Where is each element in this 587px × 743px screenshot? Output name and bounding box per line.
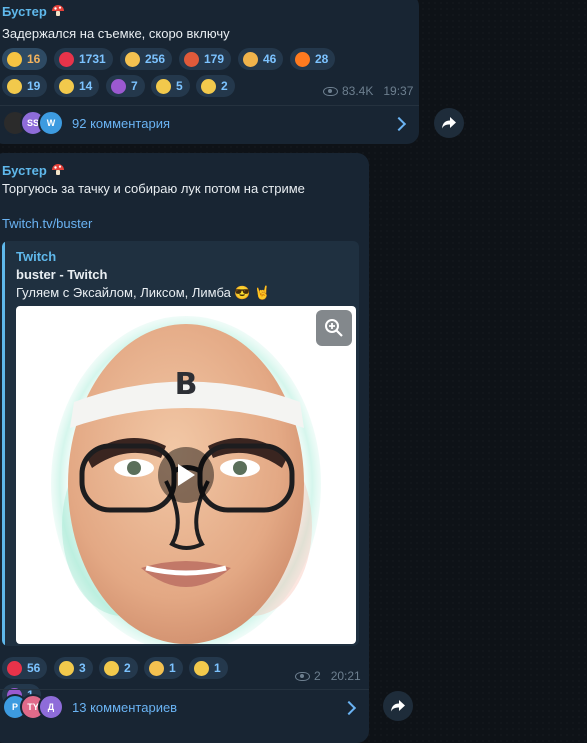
- reaction-chip[interactable]: 256: [120, 48, 173, 70]
- reaction-count: 19: [27, 79, 41, 93]
- twitch-link[interactable]: Twitch.tv/buster: [2, 216, 92, 231]
- message-bubble-1[interactable]: Бустер Задержался на съемке, скоро включ…: [0, 0, 419, 144]
- reaction-count: 16: [27, 52, 41, 66]
- smiling-devil-emoji-icon: [111, 78, 126, 94]
- preview-video-thumbnail[interactable]: B: [16, 306, 356, 644]
- preview-title: buster - Twitch: [16, 267, 108, 282]
- divider: [0, 689, 369, 690]
- reaction-count: 1: [169, 661, 176, 675]
- zoom-in-icon: [325, 319, 343, 337]
- play-icon: [178, 464, 195, 486]
- comments-label: 13 комментариев: [72, 699, 178, 715]
- reaction-chip[interactable]: 5: [151, 75, 190, 97]
- reaction-count: 7: [131, 79, 138, 93]
- reaction-chip[interactable]: 46: [238, 48, 284, 70]
- screaming-face-emoji-icon: [201, 78, 216, 94]
- message-meta: 83.4K 19:37: [323, 84, 413, 98]
- reaction-chip[interactable]: 1: [144, 657, 183, 679]
- divider: [0, 105, 419, 106]
- views-eye-icon: [323, 86, 338, 96]
- angry-face-emoji-icon: [184, 51, 199, 67]
- reaction-chip[interactable]: 56: [2, 657, 48, 679]
- reaction-chip[interactable]: 2: [99, 657, 138, 679]
- sender-name[interactable]: Бустер: [2, 163, 65, 178]
- commenter-avatar: Д: [38, 694, 64, 720]
- mushroom-icon: [51, 4, 65, 18]
- view-count: 2: [314, 669, 321, 683]
- share-arrow-icon: [442, 117, 456, 129]
- reaction-chip[interactable]: 1: [189, 657, 228, 679]
- zoom-button[interactable]: [316, 310, 352, 346]
- message-text: Задержался на съемке, скоро включу: [2, 26, 230, 41]
- reaction-chip[interactable]: 28: [290, 48, 336, 70]
- commenter-avatars: SS W: [2, 110, 64, 136]
- svg-text:B: B: [175, 367, 198, 402]
- reaction-count: 1731: [79, 52, 106, 66]
- chevron-right-icon[interactable]: [391, 116, 407, 132]
- message-time: 19:37: [383, 84, 414, 98]
- share-button[interactable]: [434, 108, 464, 138]
- message-text: Торгуюсь за тачку и собираю лук потом на…: [2, 181, 305, 196]
- thumbs-up-emoji-icon: [125, 51, 140, 67]
- reaction-count: 5: [176, 79, 183, 93]
- red-heart-emoji-icon: [59, 51, 74, 67]
- star-emoji-icon: [7, 51, 22, 67]
- rofl-emoji-icon: [59, 78, 74, 94]
- thumbs-up-emoji-icon: [149, 660, 164, 676]
- reaction-count: 1: [214, 661, 221, 675]
- reaction-count: 3: [79, 661, 86, 675]
- reaction-chip[interactable]: 3: [54, 657, 93, 679]
- share-button[interactable]: [383, 691, 413, 721]
- comments-label: 92 комментария: [72, 115, 170, 131]
- commenter-avatar: W: [38, 110, 64, 136]
- chevron-right-icon[interactable]: [341, 700, 357, 716]
- commenter-avatars: P TY Д: [2, 694, 64, 720]
- message-time: 20:21: [330, 669, 361, 683]
- screaming-face-emoji-icon: [104, 660, 119, 676]
- link-preview[interactable]: Twitch buster - Twitch Гуляем с Эксайлом…: [2, 241, 359, 646]
- reaction-chip[interactable]: 2: [196, 75, 235, 97]
- crying-face-emoji-icon: [7, 78, 22, 94]
- view-count: 83.4K: [342, 84, 374, 98]
- reaction-chip[interactable]: 179: [179, 48, 232, 70]
- message-meta: 2 20:21: [295, 669, 361, 683]
- comments-button[interactable]: P TY Д 13 комментариев: [2, 693, 177, 721]
- share-arrow-icon: [391, 700, 405, 712]
- views-eye-icon: [295, 671, 310, 681]
- thinking-face-emoji-icon: [156, 78, 171, 94]
- thinking-face-emoji-icon: [194, 660, 209, 676]
- reaction-count: 56: [27, 661, 41, 675]
- preview-accent-bar: [2, 241, 5, 646]
- fire-emoji-icon: [295, 51, 310, 67]
- reaction-count: 28: [315, 52, 329, 66]
- red-heart-emoji-icon: [7, 660, 22, 676]
- reaction-chip[interactable]: 14: [54, 75, 100, 97]
- mushroom-icon: [51, 163, 65, 177]
- preview-site-name: Twitch: [16, 249, 57, 264]
- comments-button[interactable]: SS W 92 комментария: [2, 109, 170, 137]
- reaction-chip[interactable]: 19: [2, 75, 48, 97]
- reaction-count: 256: [145, 52, 166, 66]
- reaction-chip[interactable]: 7: [106, 75, 145, 97]
- sender-name[interactable]: Бустер: [2, 4, 65, 19]
- reaction-count: 46: [263, 52, 277, 66]
- reaction-count: 2: [221, 79, 228, 93]
- reaction-count: 14: [79, 79, 93, 93]
- preview-description: Гуляем с Эксайлом, Ликсом, Лимба 😎 🤘: [16, 285, 271, 300]
- reaction-count: 2: [124, 661, 131, 675]
- play-button[interactable]: [158, 447, 214, 503]
- message-bubble-2[interactable]: Бустер Торгуюсь за тачку и собираю лук п…: [0, 153, 369, 743]
- rofl-emoji-icon: [59, 660, 74, 676]
- exploding-head-emoji-icon: [243, 51, 258, 67]
- reaction-count: 179: [204, 52, 225, 66]
- reaction-chip[interactable]: 1731: [54, 48, 113, 70]
- reaction-chip[interactable]: 16: [2, 48, 48, 70]
